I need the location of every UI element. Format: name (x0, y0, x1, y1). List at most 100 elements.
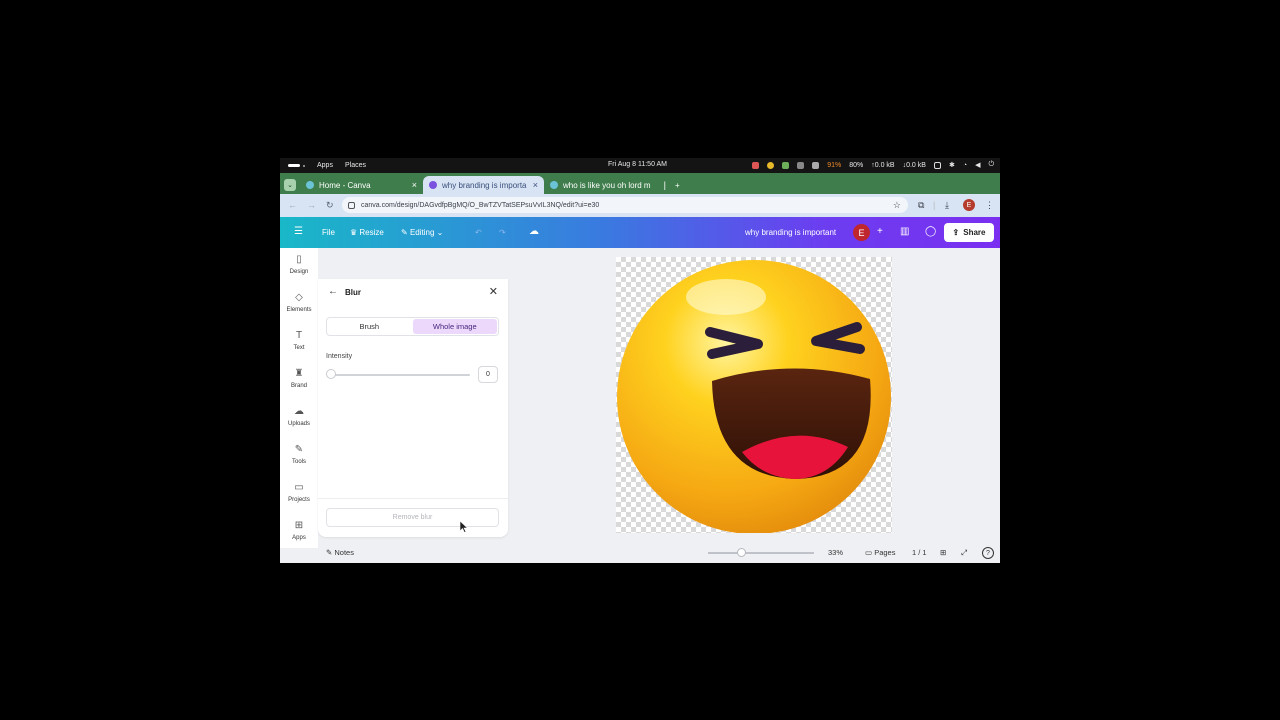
tab-home-canva[interactable]: Home - Canva × (300, 176, 423, 194)
intensity-value-input[interactable]: 0 (478, 366, 498, 383)
bluetooth-tray-icon[interactable]: ✱ (949, 161, 955, 169)
reload-icon[interactable]: ↻ (326, 200, 334, 211)
whole-image-mode-button[interactable]: Whole image (412, 319, 497, 334)
design-title[interactable]: why branding is important (745, 228, 836, 237)
sidebar-item-label: Elements (286, 307, 312, 313)
site-info-icon[interactable] (348, 201, 355, 209)
divider (318, 498, 508, 499)
sidebar-item-label: Uploads (287, 421, 310, 427)
chevron-down-icon: ⌄ (287, 182, 293, 189)
panel-title: Blur (345, 288, 361, 297)
projects-icon: ▭ (294, 482, 304, 493)
sidebar-item-uploads[interactable]: ☁ Uploads (280, 406, 318, 427)
sidebar-item-label: Apps (292, 535, 306, 541)
pages-button[interactable]: ▭ Pages (865, 548, 895, 557)
remove-blur-button[interactable]: Remove blur (326, 508, 499, 527)
screen-icon[interactable] (933, 161, 941, 169)
sidebar-item-label: Text (293, 345, 305, 351)
canva-header: ☰ File ♛ Resize ✎ Editing ⌄ ↶ ↷ ☁ why br… (280, 217, 1000, 248)
tab-divider: | (663, 180, 666, 190)
sidebar-item-label: Tools (291, 459, 306, 465)
sidebar-item-tools[interactable]: ✎ Tools (280, 444, 318, 465)
redo-icon[interactable]: ↷ (499, 228, 506, 237)
bluetooth-icon[interactable] (797, 161, 805, 169)
places-menu[interactable]: Places (345, 162, 366, 169)
eject-icon[interactable] (812, 161, 820, 169)
page-count: 1 / 1 (912, 548, 927, 557)
volume-status[interactable]: 80% (849, 162, 863, 169)
battery-status[interactable]: 91% (827, 162, 841, 169)
tab-close-icon[interactable]: × (533, 180, 538, 190)
forward-icon[interactable]: → (307, 200, 316, 210)
bookmark-star-icon[interactable]: ☆ (893, 200, 901, 211)
intensity-label: Intensity (326, 353, 353, 360)
text-icon: T (295, 330, 303, 341)
url-text: canva.com/design/DAGvdfpBgMQ/O_BwTZVTatS… (361, 201, 600, 209)
system-bar: Apps Places Fri Aug 8 11:50 AM 91% 80% ↑… (280, 158, 1000, 173)
address-bar-row: ← → ↻ canva.com/design/DAGvdfpBgMQ/O_BwT… (280, 194, 1000, 217)
tab-search-button[interactable]: ⌄ (284, 179, 296, 191)
canva-favicon-icon (429, 181, 437, 189)
sidebar-item-elements[interactable]: ◇ Elements (280, 292, 318, 313)
editing-label: Editing (409, 228, 435, 237)
download-icon[interactable]: ⤓ (945, 200, 949, 211)
close-icon[interactable]: ✕ (489, 285, 498, 298)
profile-avatar[interactable]: E (963, 199, 975, 211)
intensity-slider-track[interactable] (330, 374, 470, 376)
tray-app-icon[interactable] (752, 161, 760, 169)
clock[interactable]: Fri Aug 8 11:50 AM (608, 161, 667, 168)
undo-icon[interactable]: ↶ (475, 228, 482, 237)
tab-title: why branding is importa (442, 180, 527, 190)
share-label: Share (963, 228, 986, 237)
sidebar-item-projects[interactable]: ▭ Projects (280, 482, 318, 503)
tab-close-icon[interactable]: × (412, 180, 417, 190)
back-icon[interactable]: ← (288, 200, 297, 210)
speaker-icon[interactable]: ◀ (975, 161, 980, 169)
design-icon: ▯ (296, 254, 302, 265)
zoom-slider-handle[interactable] (737, 548, 746, 557)
brush-mode-button[interactable]: Brush (327, 318, 412, 335)
share-icon: ⇪ (952, 228, 960, 237)
power-icon[interactable]: ⏻ (988, 161, 994, 169)
tab-why-branding[interactable]: why branding is importa × (423, 176, 544, 194)
comment-icon[interactable]: ◯ (925, 226, 936, 237)
share-button[interactable]: ⇪ Share (944, 223, 994, 242)
canva-favicon-icon (306, 181, 314, 189)
analytics-icon[interactable]: ▥ (900, 226, 909, 237)
pencil-icon: ✎ (401, 228, 408, 237)
zoom-slider-track[interactable] (708, 552, 814, 554)
chrome-icon[interactable] (767, 161, 775, 169)
editing-mode-button[interactable]: ✎ Editing ⌄ (401, 228, 443, 237)
intensity-slider-handle[interactable] (326, 369, 336, 379)
design-canvas[interactable] (616, 257, 892, 534)
browser-menu-icon[interactable]: ⋮ (985, 200, 994, 211)
cloud-sync-icon[interactable]: ☁ (529, 226, 539, 237)
activities-icon[interactable] (288, 162, 305, 169)
file-menu[interactable]: File (322, 228, 335, 237)
tab-title: Home - Canva (319, 180, 371, 190)
uploads-icon: ☁ (294, 406, 304, 417)
hamburger-icon[interactable]: ☰ (294, 226, 303, 237)
sidebar-item-design[interactable]: ▯ Design (280, 254, 318, 275)
url-input[interactable]: canva.com/design/DAGvdfpBgMQ/O_BwTZVTatS… (342, 197, 908, 213)
help-button[interactable]: ? (982, 547, 994, 559)
sidebar-item-brand[interactable]: ♜ Brand (280, 368, 318, 389)
sidebar-item-apps[interactable]: ⊞ Apps (280, 520, 318, 541)
user-avatar[interactable]: E (853, 224, 870, 241)
zoom-level[interactable]: 33% (828, 548, 843, 557)
add-collaborator-button[interactable]: + (877, 226, 883, 237)
new-tab-button[interactable]: + (672, 176, 688, 194)
extensions-icon[interactable]: ⧉ (918, 200, 924, 211)
back-arrow-icon[interactable]: ← (328, 286, 338, 297)
laughing-emoji-image[interactable] (616, 257, 892, 534)
notes-button[interactable]: ✎ Notes (326, 548, 354, 557)
fullscreen-icon[interactable]: ⤢ (961, 548, 967, 558)
resize-button[interactable]: ♛ Resize (350, 228, 384, 237)
grid-view-icon[interactable]: ⊞ (940, 548, 946, 557)
apps-menu[interactable]: Apps (317, 162, 333, 169)
tab-who-is-like-you[interactable]: who is like you oh lord m | (544, 176, 672, 194)
sidebar-item-label: Brand (290, 383, 307, 389)
wifi-icon[interactable]: ◔ (963, 162, 967, 169)
android-icon[interactable] (782, 161, 790, 169)
sidebar-item-text[interactable]: T Text (280, 330, 318, 351)
